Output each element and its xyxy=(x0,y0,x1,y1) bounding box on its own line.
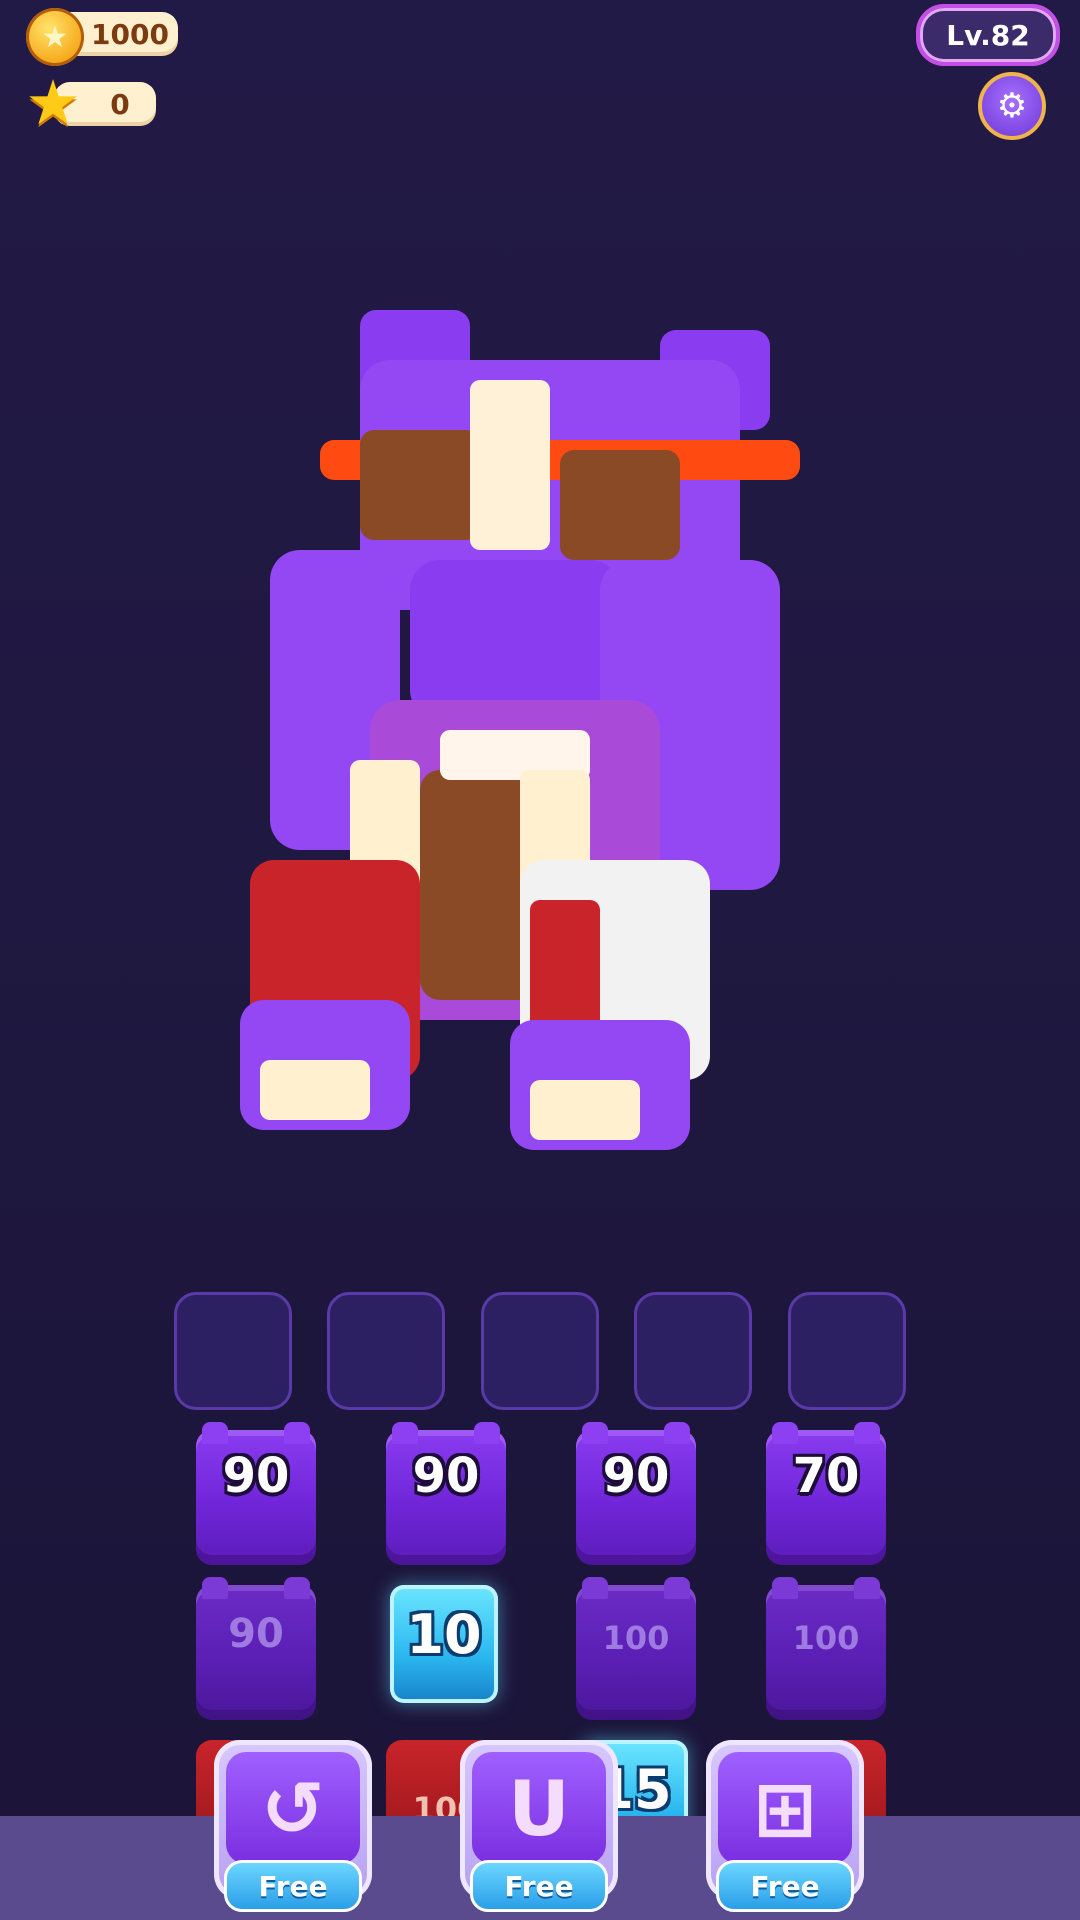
collect-slot-2 xyxy=(327,1292,445,1410)
block-r1-c1[interactable]: 90 xyxy=(196,1422,316,1565)
horn xyxy=(470,380,550,550)
coin-icon: ★ xyxy=(26,8,84,66)
block-value: 90 xyxy=(412,1448,480,1504)
collect-slot-5 xyxy=(788,1292,906,1410)
block-value: 100 xyxy=(792,1619,860,1657)
magnet-icon: U xyxy=(508,1763,570,1853)
add-slot-icon: ⊞ xyxy=(753,1763,817,1853)
booster-label: Free xyxy=(750,1869,820,1903)
undo-icon: ↺ xyxy=(261,1763,325,1853)
block-value: 90 xyxy=(602,1448,670,1504)
collect-slot-1 xyxy=(174,1292,292,1410)
star-icon: ★ xyxy=(25,66,81,139)
snout xyxy=(410,560,620,720)
gear-icon: ⚙ xyxy=(996,86,1028,126)
block-r2-c1[interactable]: 90 xyxy=(196,1577,316,1720)
left-goggle xyxy=(360,430,480,540)
block-value: 70 xyxy=(792,1448,860,1504)
block-r1-c2[interactable]: 90 xyxy=(386,1422,506,1565)
block-r1-c4[interactable]: 70 xyxy=(766,1422,886,1565)
right-goggle xyxy=(560,450,680,560)
undo-booster-button[interactable]: ↺ Free xyxy=(214,1740,372,1912)
block-value: 100 xyxy=(602,1619,670,1657)
settings-button[interactable]: ⚙ xyxy=(978,72,1046,140)
level-text: Lv.82 xyxy=(946,18,1030,52)
block-r2-c4[interactable]: 100 xyxy=(766,1577,886,1720)
block-value: 90 xyxy=(228,1611,284,1657)
level-badge: Lv.82 xyxy=(916,4,1060,66)
right-foot-pad xyxy=(530,1080,640,1140)
star-count: 0 xyxy=(110,87,130,121)
booster-label: Free xyxy=(258,1869,328,1903)
collect-slot-3 xyxy=(481,1292,599,1410)
left-foot-pad xyxy=(260,1060,370,1120)
block-r2-c2-ice[interactable]: 10 xyxy=(390,1585,498,1703)
block-r1-c3[interactable]: 90 xyxy=(576,1422,696,1565)
voxel-character-model[interactable] xyxy=(240,300,840,1160)
booster-label: Free xyxy=(504,1869,574,1903)
magnet-booster-button[interactable]: U Free xyxy=(460,1740,618,1912)
block-r2-c3[interactable]: 100 xyxy=(576,1577,696,1720)
block-value: 10 xyxy=(406,1603,482,1666)
coin-count: 1000 xyxy=(91,17,169,51)
collect-slot-4 xyxy=(634,1292,752,1410)
add-slot-booster-button[interactable]: ⊞ Free xyxy=(706,1740,864,1912)
block-value: 90 xyxy=(222,1448,290,1504)
